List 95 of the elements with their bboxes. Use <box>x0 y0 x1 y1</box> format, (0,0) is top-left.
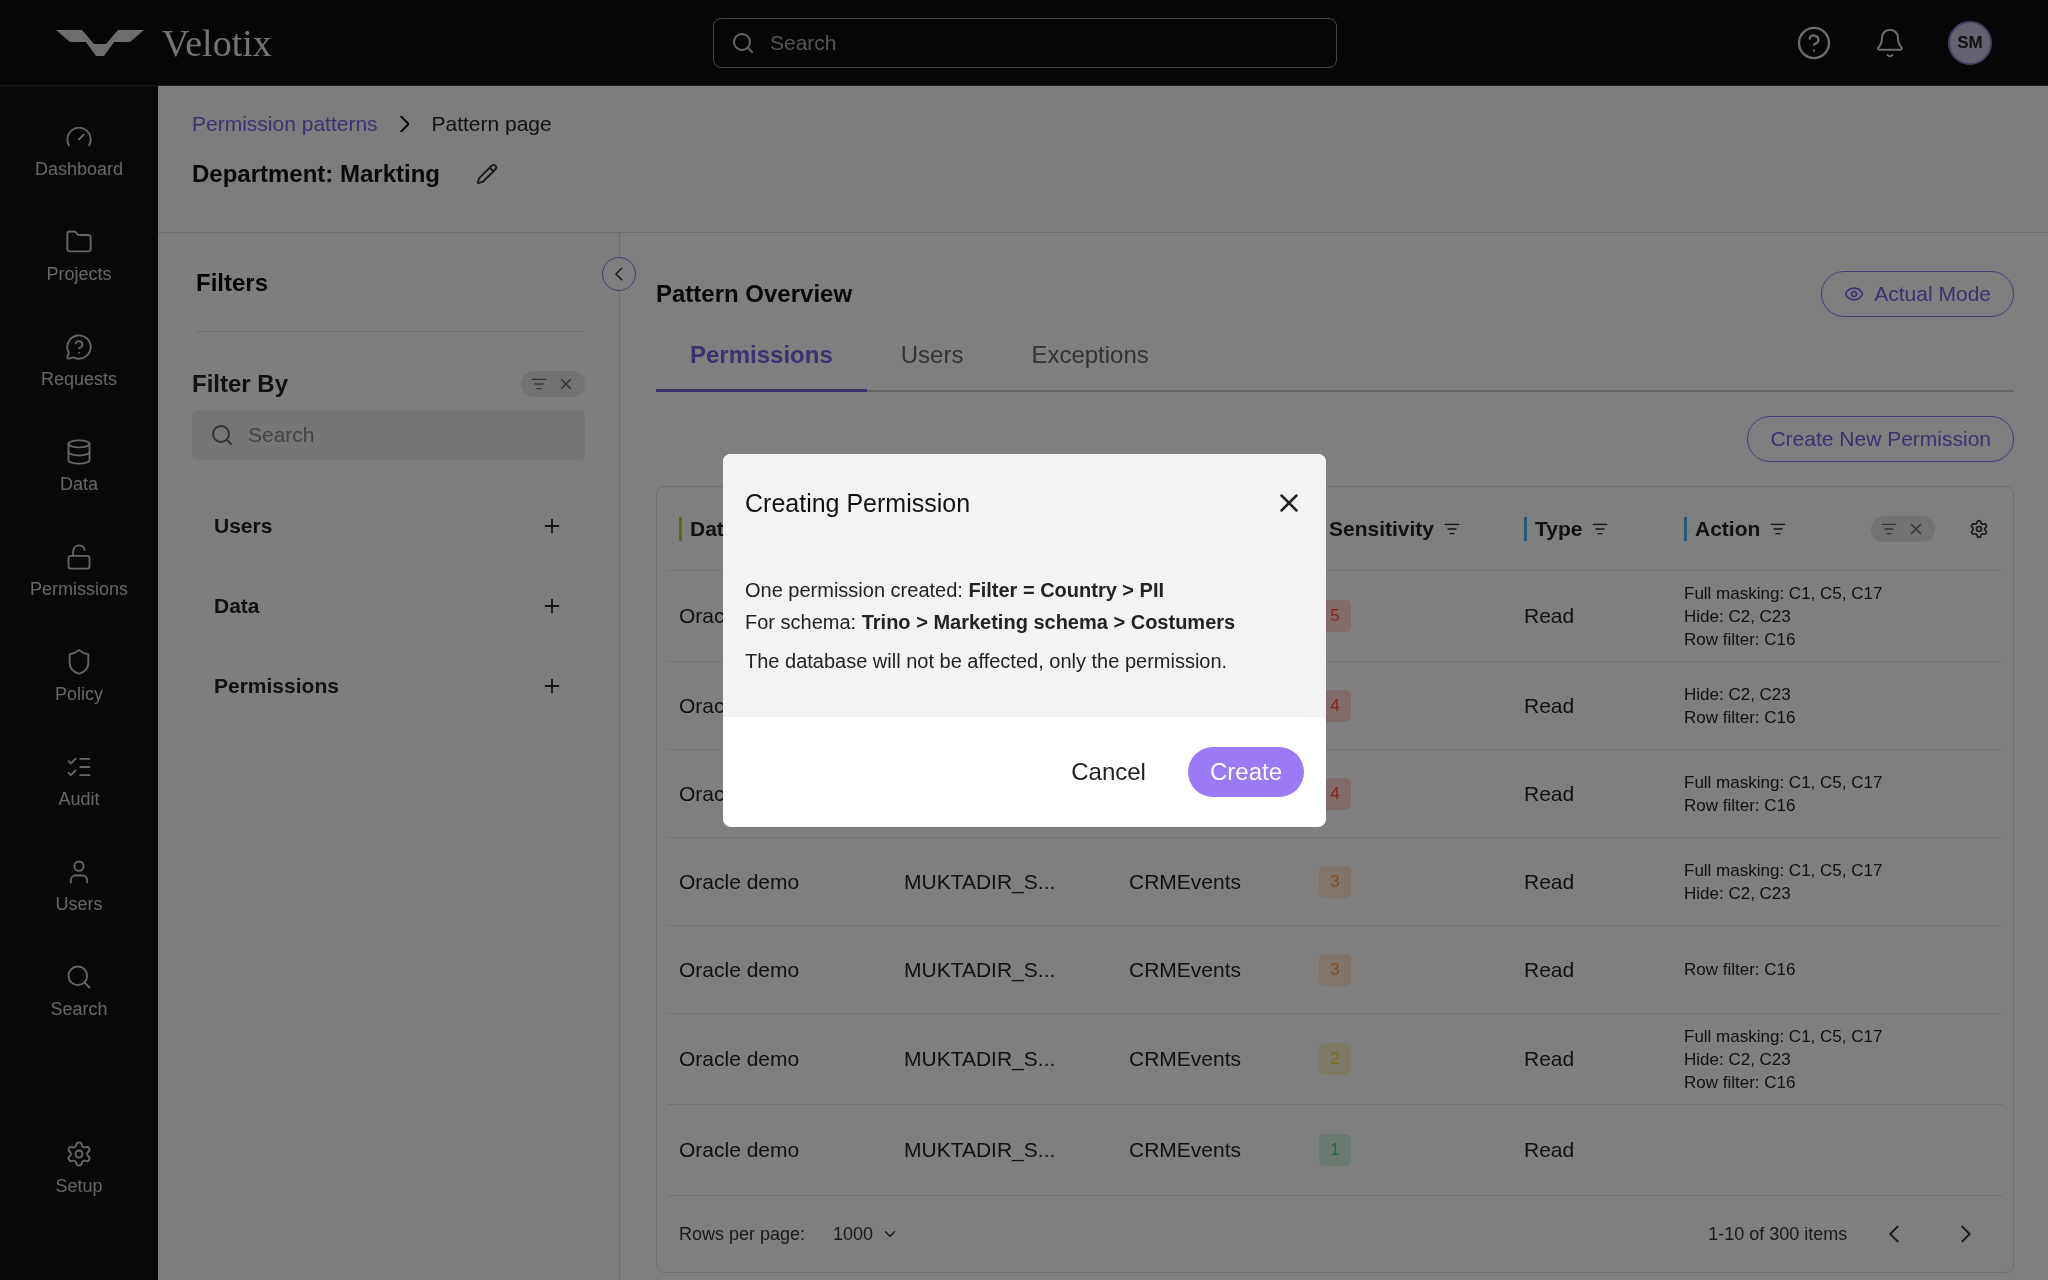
search-icon <box>65 963 93 991</box>
table-cell: MUKTADIR_S... <box>904 1138 1056 1162</box>
sensitivity-badge: 2 <box>1319 1043 1351 1075</box>
database-icon <box>65 438 93 466</box>
tab[interactable]: Exceptions <box>997 329 1183 392</box>
column-header[interactable]: Type <box>1535 516 1609 541</box>
table-cell: CRMEvents <box>1129 1138 1242 1162</box>
nav-item[interactable]: Policy <box>0 647 158 752</box>
nav-item[interactable]: Requests <box>0 332 158 437</box>
table-cell: CRMEvents <box>1129 957 1242 982</box>
actual-mode-button[interactable]: Actual Mode <box>1821 271 2014 317</box>
page-title: Department: Markting <box>192 160 441 188</box>
filter-group[interactable]: Permissions <box>192 666 585 706</box>
create-permission-button[interactable]: Create New Permission <box>1747 416 2014 462</box>
app-name: Velotix <box>162 20 272 65</box>
dialog-text: For schema: Trino > Marketing schema > Costumers <box>745 610 1237 635</box>
dialog-text: One permission created: Filter = Country > PII <box>745 578 1166 603</box>
rows-per-page-label: Rows per page: <box>679 1223 806 1245</box>
chevron-right-icon <box>399 115 410 133</box>
table-cell: Read <box>1524 1047 1575 1071</box>
table-cell: MUKTADIR_S... <box>904 869 1056 894</box>
filter-clear-control[interactable] <box>521 371 585 397</box>
next-page-button[interactable] <box>1961 1225 1971 1243</box>
pagination-range: 1-10 of 300 items <box>1708 1223 1848 1245</box>
collapse-button[interactable] <box>602 257 636 291</box>
previous-page-button[interactable] <box>1889 1225 1900 1243</box>
sensitivity-badge: 1 <box>1319 1134 1351 1166</box>
notifications-button[interactable] <box>1874 26 1906 59</box>
edit-button[interactable] <box>476 163 499 185</box>
nav-item[interactable]: Audit <box>0 752 158 857</box>
dialog-note: The database will not be affected, only the permission. <box>745 650 1229 673</box>
table-cell: Oracle demo <box>679 1047 800 1071</box>
nav-item[interactable]: Projects <box>0 227 158 332</box>
nav-item[interactable]: Search <box>0 962 158 1067</box>
table-cell: Read <box>1524 604 1575 628</box>
nav-item[interactable]: Permissions <box>0 542 158 647</box>
table-cell: Orac <box>679 693 725 718</box>
tab[interactable]: Users <box>866 329 998 392</box>
table-cell: Orac <box>679 781 725 806</box>
filters-title: Filters <box>196 269 585 332</box>
table-cell: Orac <box>679 604 725 628</box>
table-cell: Read <box>1524 957 1575 982</box>
table-cell: Oracle demo <box>679 869 800 894</box>
table-cell: MUKTADIR_S... <box>904 1047 1056 1071</box>
filter-icon <box>531 376 547 392</box>
table-cell: Read <box>1524 693 1575 718</box>
table-cell: Read <box>1524 869 1575 894</box>
nav-item[interactable]: Dashboard <box>0 122 158 227</box>
table-cell: Read <box>1524 1138 1575 1162</box>
breadcrumb-current: Pattern page <box>431 112 552 136</box>
search-field[interactable]: Search <box>713 17 1337 68</box>
column-header[interactable]: Sensitivity <box>1329 516 1461 541</box>
search-icon <box>210 423 234 447</box>
filter-group[interactable]: Data <box>192 586 585 626</box>
action-cell-text: Row filter: C16 <box>1684 959 1796 981</box>
chevron-left-icon <box>615 267 623 281</box>
action-cell-text: Full masking: C1, C5, C17 Hide: C2, C23 Row filter: C16 <box>1684 1025 1883 1094</box>
help-button[interactable] <box>1796 24 1832 61</box>
column-header[interactable]: Dat <box>690 516 724 541</box>
column-header[interactable]: Action <box>1695 516 1787 541</box>
table-cell: Read <box>1524 781 1575 806</box>
table-cell: Oracle demo <box>679 1138 800 1162</box>
filter-by-label: Filter By <box>192 370 289 398</box>
settings-icon <box>65 1140 93 1168</box>
unlocked-padlock-icon <box>65 543 93 571</box>
filter-group[interactable]: Users <box>192 506 585 546</box>
table-cell: CRMEvents <box>1129 1047 1242 1071</box>
table-cell: CRMEvents <box>1129 869 1242 894</box>
chevron-right-icon <box>1961 1225 1971 1243</box>
eye-icon <box>1844 284 1865 304</box>
dialog-title: Creating Permission <box>745 488 971 518</box>
search-icon <box>731 30 755 55</box>
action-cell-text: Full masking: C1, C5, C17 Hide: C2, C23 Row filter: C16 <box>1684 582 1883 651</box>
logo-icon <box>56 27 144 58</box>
table-cell: Oracle demo <box>679 957 800 982</box>
nav-item[interactable]: Users <box>0 857 158 962</box>
tab[interactable]: Permissions <box>656 329 867 392</box>
settings-button[interactable] <box>1969 518 1989 539</box>
rows-per-page-select[interactable]: 1000 <box>827 1222 906 1246</box>
chevron-left-icon <box>1889 1225 1900 1243</box>
filter-clear-control[interactable] <box>1871 515 1935 542</box>
nav-item[interactable]: Data <box>0 437 158 542</box>
create-button[interactable]: Create <box>1187 747 1304 797</box>
sensitivity-badge: 3 <box>1319 865 1351 898</box>
action-cell-text: Full masking: C1, C5, C17 Row filter: C16 <box>1684 771 1883 817</box>
section-title: Pattern Overview <box>656 280 853 308</box>
question-bubble-icon <box>65 333 93 361</box>
sensitivity-badge: 3 <box>1319 953 1351 986</box>
cancel-button[interactable]: Cancel <box>1065 757 1152 787</box>
action-cell-text: Full masking: C1, C5, C17 Hide: C2, C23 <box>1684 859 1883 905</box>
table-cell: MUKTADIR_S... <box>904 957 1056 982</box>
action-cell-text: Hide: C2, C23 Row filter: C16 <box>1684 683 1796 729</box>
nav-item[interactable]: Setup <box>0 1139 158 1244</box>
user-avatar[interactable]: SM <box>1948 20 1992 65</box>
breadcrumb-link[interactable]: Permission patterns <box>192 112 378 136</box>
